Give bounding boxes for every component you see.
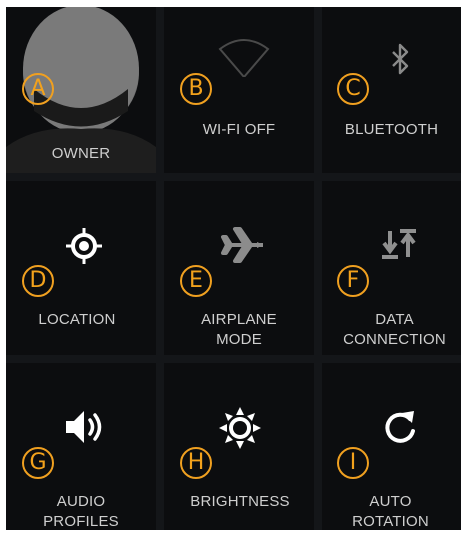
tile-auto-rotation[interactable]: I AUTO ROTATION <box>322 363 461 530</box>
tile-label-audio-profiles: AUDIO PROFILES <box>43 493 119 530</box>
data-transfer-icon <box>382 229 416 259</box>
badge-c: C <box>337 73 369 105</box>
quick-settings-panel: A OWNER B WI-FI OFF C BLUETOOTH D LOCATI… <box>6 7 461 530</box>
badge-f: F <box>337 265 369 297</box>
tile-label-auto-rotation: AUTO ROTATION <box>352 493 429 530</box>
tile-label-airplane: AIRPLANE MODE <box>201 311 277 348</box>
tile-label-owner: OWNER <box>51 145 111 162</box>
tile-data-connection[interactable]: F DATA CONNECTION <box>322 181 461 355</box>
badge-d: D <box>22 265 54 297</box>
airplane-icon <box>221 227 263 263</box>
location-icon <box>66 228 102 264</box>
tile-label-wifi: WI-FI OFF <box>202 121 276 138</box>
badge-i: I <box>337 447 369 479</box>
sun-icon <box>219 407 261 449</box>
tile-label-data-connection: DATA CONNECTION <box>343 311 446 348</box>
tile-label-location: LOCATION <box>38 311 116 328</box>
tile-owner[interactable]: A OWNER <box>6 7 156 173</box>
tile-label-brightness: BRIGHTNESS <box>190 493 290 510</box>
wifi-icon <box>218 39 270 77</box>
tile-airplane[interactable]: E AIRPLANE MODE <box>164 181 314 355</box>
badge-b: B <box>180 73 212 105</box>
badge-e: E <box>180 265 212 297</box>
badge-a: A <box>22 73 54 105</box>
tile-location[interactable]: D LOCATION <box>6 181 156 355</box>
tile-brightness[interactable]: H BRIGHTNESS <box>164 363 314 530</box>
badge-g: G <box>22 447 54 479</box>
badge-h: H <box>180 447 212 479</box>
bluetooth-icon <box>392 43 409 75</box>
tile-label-bluetooth: BLUETOOTH <box>344 121 439 138</box>
tile-wifi[interactable]: B WI-FI OFF <box>164 7 314 173</box>
tile-bluetooth[interactable]: C BLUETOOTH <box>322 7 461 173</box>
rotate-icon <box>385 411 415 443</box>
tile-audio-profiles[interactable]: G AUDIO PROFILES <box>6 363 156 530</box>
speaker-icon <box>66 411 102 443</box>
